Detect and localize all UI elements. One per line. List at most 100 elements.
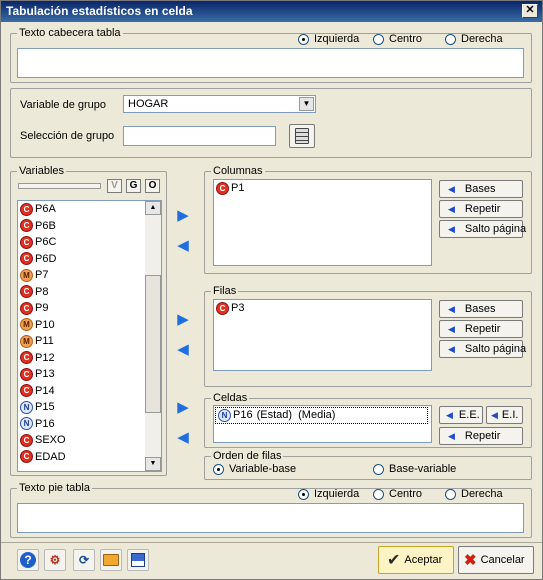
triangle-left-icon: ◀ [448, 343, 455, 354]
list-item[interactable]: M P7 [18, 267, 146, 284]
header-align-right-radio[interactable]: Derecha [445, 33, 503, 45]
chevron-down-icon[interactable]: ▼ [299, 97, 314, 111]
categorical-icon: C [20, 450, 33, 464]
list-item[interactable]: C P6C [18, 234, 146, 251]
list-item[interactable]: N P16 [18, 416, 146, 433]
arrow-right-icon: ▶ [177, 311, 189, 328]
help-button[interactable]: ? [17, 549, 39, 571]
columns-bases-button[interactable]: ◀ Bases [439, 180, 523, 198]
list-item[interactable]: M P10 [18, 317, 146, 334]
cells-repeat-button[interactable]: ◀ Repetir [439, 427, 523, 445]
numeric-icon: N [20, 417, 33, 431]
variables-o-button[interactable]: O [145, 179, 160, 193]
save-button[interactable] [127, 549, 149, 571]
categorical-icon: C [20, 351, 33, 365]
footer-align-center-radio[interactable]: Centro [373, 488, 422, 500]
list-item[interactable]: M P11 [18, 333, 146, 350]
numeric-icon: N [218, 408, 231, 422]
list-item[interactable]: C P9 [18, 300, 146, 317]
list-item[interactable]: C P8 [18, 284, 146, 301]
row-order-variable-base-radio[interactable]: Variable-base [213, 463, 296, 475]
filter-button[interactable]: ⚙ [44, 549, 66, 571]
footer-text-input[interactable] [17, 503, 524, 533]
header-text-caption: Texto cabecera tabla [17, 27, 123, 39]
list-item[interactable]: C P13 [18, 366, 146, 383]
columns-repeat-button[interactable]: ◀ Repetir [439, 200, 523, 218]
list-item[interactable]: C P6A [18, 201, 146, 218]
list-item[interactable]: N P15 [18, 399, 146, 416]
open-button[interactable] [100, 549, 122, 571]
add-to-columns-button[interactable]: ▶ [172, 205, 194, 225]
header-text-input[interactable] [17, 48, 524, 78]
footer-align-left-radio[interactable]: Izquierda [298, 488, 359, 500]
header-align-left-radio[interactable]: Izquierda [298, 33, 359, 45]
footer-align-right-radio[interactable]: Derecha [445, 488, 503, 500]
categorical-icon: C [216, 181, 229, 195]
list-item[interactable]: C P1 [214, 180, 431, 197]
cancel-button[interactable]: ✖ Cancelar [458, 546, 534, 574]
header-align-center-radio[interactable]: Centro [373, 33, 422, 45]
list-item[interactable]: N P16 (Estad) (Media) [215, 407, 428, 424]
numeric-icon: N [20, 400, 33, 414]
radio-dot [373, 463, 384, 475]
dialog-window: Tabulación estadísticos en celda ✕ Texto… [0, 0, 543, 580]
variables-g-button[interactable]: G [126, 179, 141, 193]
rows-repeat-button[interactable]: ◀ Repetir [439, 320, 523, 338]
rows-list[interactable]: C P3 [213, 299, 432, 371]
variables-scrollbar[interactable]: ▲ ▼ [145, 201, 161, 471]
arrow-left-icon: ◀ [177, 237, 189, 254]
radio-dot [298, 488, 309, 500]
row-order-base-variable-radio[interactable]: Base-variable [373, 463, 456, 475]
variables-v-button[interactable]: V [107, 179, 122, 193]
categorical-icon: C [20, 252, 33, 266]
triangle-left-icon: ◀ [448, 323, 455, 334]
bottom-separator [1, 542, 542, 543]
categorical-icon: C [20, 219, 33, 233]
remove-from-columns-button[interactable]: ◀ [172, 235, 194, 255]
cells-ei-button[interactable]: ◀ E.I. [486, 406, 523, 424]
remove-from-cells-button[interactable]: ◀ [172, 427, 194, 447]
categorical-icon: C [20, 235, 33, 249]
add-to-cells-button[interactable]: ▶ [172, 397, 194, 417]
triangle-left-icon: ◀ [448, 303, 455, 314]
cells-list[interactable]: N P16 (Estad) (Media) [213, 405, 432, 443]
list-item[interactable]: C P3 [214, 300, 431, 317]
categorical-icon: C [20, 301, 33, 315]
cells-ee-button[interactable]: ◀ E.E. [439, 406, 483, 424]
list-item[interactable]: C P6D [18, 251, 146, 268]
variables-list[interactable]: C P6A C P6B C P6C C P6D M P7 C P8 C P9 M P10 M P11 C P12 C P1… [17, 200, 162, 472]
group-selection-input[interactable] [123, 126, 276, 146]
group-variable-select[interactable]: HOGAR ▼ [123, 95, 316, 113]
list-item[interactable]: C P14 [18, 383, 146, 400]
calculator-button[interactable] [289, 124, 315, 148]
scroll-down-button[interactable]: ▼ [145, 457, 161, 471]
list-item[interactable]: C P12 [18, 350, 146, 367]
remove-from-rows-button[interactable]: ◀ [172, 339, 194, 359]
list-item[interactable]: C EDAD [18, 449, 146, 466]
scroll-up-button[interactable]: ▲ [145, 201, 161, 215]
cancel-x-icon: ✖ [464, 552, 477, 569]
multiple-icon: M [20, 268, 33, 282]
list-item[interactable]: C SEXO [18, 432, 146, 449]
add-to-rows-button[interactable]: ▶ [172, 309, 194, 329]
triangle-left-icon: ◀ [448, 223, 455, 234]
categorical-icon: C [20, 433, 33, 447]
cells-caption: Celdas [211, 392, 250, 404]
columns-page-break-button[interactable]: ◀ Salto página [439, 220, 526, 238]
close-button[interactable]: ✕ [522, 4, 538, 18]
categorical-icon: C [216, 301, 229, 315]
refresh-icon: ⟳ [78, 553, 90, 567]
rows-caption: Filas [211, 285, 239, 297]
columns-list[interactable]: C P1 [213, 179, 432, 266]
refresh-button[interactable]: ⟳ [73, 549, 95, 571]
categorical-icon: C [20, 202, 33, 216]
rows-page-break-button[interactable]: ◀ Salto página [439, 340, 526, 358]
list-item[interactable]: C P6B [18, 218, 146, 235]
rows-bases-button[interactable]: ◀ Bases [439, 300, 523, 318]
footer-text-caption: Texto pie tabla [17, 482, 92, 494]
accept-button[interactable]: ✔ Aceptar [378, 546, 454, 574]
radio-dot [213, 463, 224, 475]
group-selection-label: Selección de grupo [20, 130, 115, 142]
triangle-left-icon: ◀ [448, 203, 455, 214]
scroll-thumb[interactable] [145, 275, 161, 413]
